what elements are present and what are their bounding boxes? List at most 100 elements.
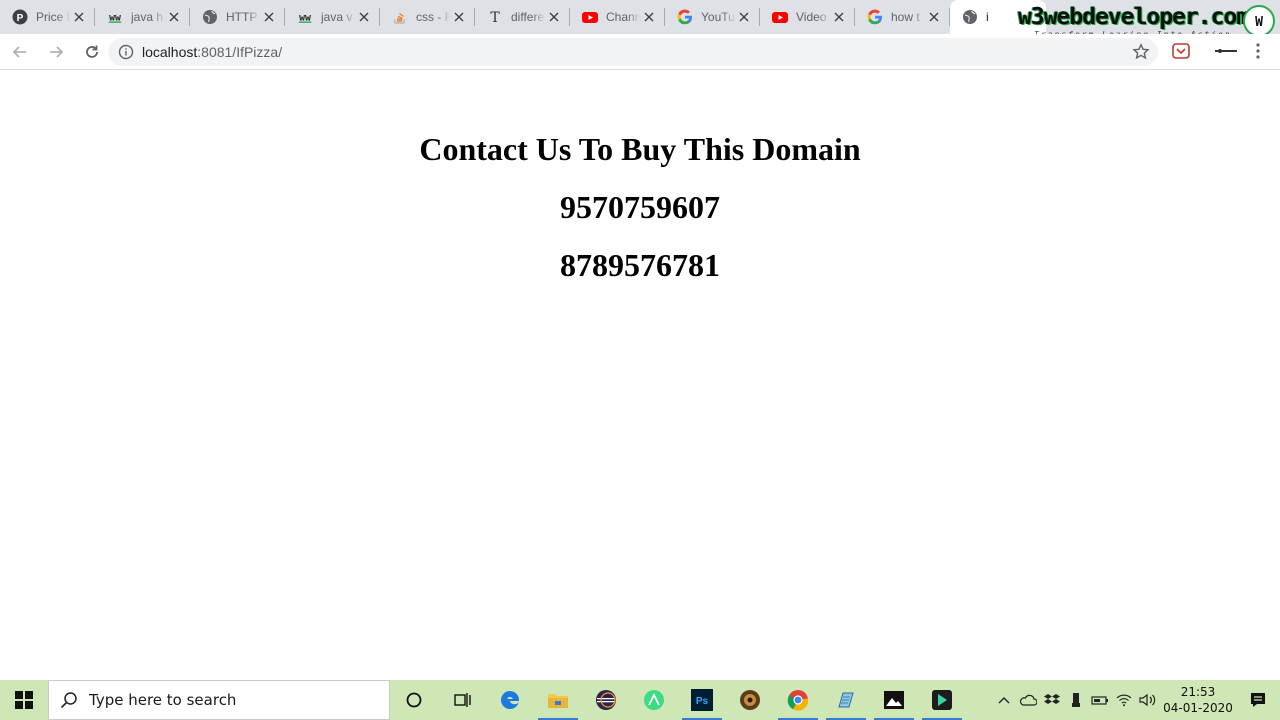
taskbar-search-box[interactable]: Type here to search xyxy=(48,680,390,720)
usb-drive-icon xyxy=(1072,693,1080,707)
back-arrow-icon xyxy=(12,45,26,58)
taskbar-eclipse[interactable] xyxy=(582,680,630,720)
android-studio-icon xyxy=(644,690,664,710)
browser-tab[interactable]: ww java v xyxy=(285,0,380,34)
taskbar-photoshop[interactable]: Ps xyxy=(678,680,726,720)
tab-close-icon[interactable] xyxy=(546,9,562,25)
volume-tray-button[interactable] xyxy=(1136,680,1160,720)
info-icon xyxy=(118,44,134,60)
tab-close-icon[interactable] xyxy=(356,9,372,25)
pocket-extension-button[interactable] xyxy=(1172,42,1190,65)
forward-arrow-icon xyxy=(50,45,64,58)
page-heading: Contact Us To Buy This Domain xyxy=(419,131,861,167)
browser-tab[interactable]: Tdiffere xyxy=(475,0,570,34)
cortana-icon xyxy=(406,692,422,708)
tab-active[interactable]: i xyxy=(950,0,1046,34)
taskbar-photos[interactable] xyxy=(870,680,918,720)
svg-text:P: P xyxy=(17,13,24,24)
tab-title: YouTu xyxy=(701,10,735,24)
browser-tab[interactable]: Video xyxy=(760,0,855,34)
photoshop-icon: Ps xyxy=(691,689,713,711)
chevron-up-icon xyxy=(998,697,1010,704)
url-path: :8081/IfPizza/ xyxy=(197,44,283,60)
address-bar[interactable]: localhost:8081/IfPizza/ xyxy=(108,38,1158,66)
globe-icon xyxy=(202,9,218,25)
forward-button[interactable] xyxy=(40,36,72,68)
browser-tab[interactable]: P Price I xyxy=(0,0,95,34)
wifi-tray-button[interactable] xyxy=(1112,680,1136,720)
tab-close-icon[interactable] xyxy=(261,9,277,25)
tab-close-icon[interactable] xyxy=(71,9,87,25)
clock-date: 04-01-2020 xyxy=(1163,701,1233,715)
show-hidden-icons-button[interactable] xyxy=(992,680,1016,720)
task-view-icon xyxy=(454,693,471,707)
tab-close-icon[interactable] xyxy=(831,9,847,25)
browser-tab[interactable]: how t xyxy=(855,0,950,34)
speaker-icon xyxy=(1139,693,1156,707)
browser-tab[interactable]: HTTP xyxy=(190,0,285,34)
google-icon xyxy=(677,9,693,25)
reload-button[interactable] xyxy=(76,36,108,68)
clock-time: 21:53 xyxy=(1180,685,1216,699)
edge-icon xyxy=(500,690,520,709)
reload-icon xyxy=(86,45,98,58)
dropbox-icon xyxy=(1044,694,1060,704)
taskbar-app-badge[interactable] xyxy=(726,680,774,720)
tab-close-icon[interactable] xyxy=(641,9,657,25)
wifi-icon xyxy=(1116,694,1132,707)
system-tray: 21:53 04-01-2020 xyxy=(992,680,1280,720)
back-button[interactable] xyxy=(4,36,36,68)
taskbar-clock[interactable]: 21:53 04-01-2020 xyxy=(1160,684,1236,716)
cortana-button[interactable] xyxy=(390,680,438,720)
dropbox-tray-button[interactable] xyxy=(1040,680,1064,720)
browser-tab[interactable]: Chann xyxy=(570,0,665,34)
task-view-button[interactable] xyxy=(438,680,486,720)
phone-number-1: 9570759607 xyxy=(560,189,720,225)
phone-number-2: 8789576781 xyxy=(560,247,720,283)
taskbar-filmora[interactable] xyxy=(918,680,966,720)
youtube-icon xyxy=(582,9,598,25)
tab-close-icon[interactable] xyxy=(926,9,942,25)
svg-text:T: T xyxy=(490,10,500,25)
globe-icon xyxy=(962,9,978,25)
video-editor-icon xyxy=(932,690,952,710)
tab-strip: P Price I ww java h HTTP ww java v css - F Tdiff… xyxy=(0,0,1280,34)
w3-icon: ww xyxy=(107,9,123,25)
taskbar-android-studio[interactable] xyxy=(630,680,678,720)
usb-tray-button[interactable] xyxy=(1064,680,1088,720)
extension-icon xyxy=(1215,49,1237,53)
site-info-button[interactable] xyxy=(110,44,142,60)
tab-title: differe xyxy=(511,10,545,24)
taskbar-file-explorer[interactable] xyxy=(534,680,582,720)
tab-title: i xyxy=(986,10,989,24)
url-text: localhost:8081/IfPizza/ xyxy=(142,44,282,60)
tab-close-icon[interactable] xyxy=(736,9,752,25)
search-icon xyxy=(49,691,89,709)
w3-icon: ww xyxy=(297,9,313,25)
chrome-icon xyxy=(787,690,809,711)
browser-menu-button[interactable] xyxy=(1250,42,1266,65)
google-icon xyxy=(867,9,883,25)
stackoverflow-icon xyxy=(392,9,408,25)
browser-tab[interactable]: YouTu xyxy=(665,0,760,34)
taskbar-chrome[interactable] xyxy=(774,680,822,720)
star-icon xyxy=(1132,43,1150,60)
svg-text:Ps: Ps xyxy=(696,696,709,707)
action-center-button[interactable] xyxy=(1236,680,1280,720)
extension-button[interactable] xyxy=(1214,44,1238,63)
bookmark-star-button[interactable] xyxy=(1132,43,1150,66)
onedrive-tray-button[interactable] xyxy=(1016,680,1040,720)
browser-toolbar: localhost:8081/IfPizza/ xyxy=(0,34,1280,70)
price-site-icon: P xyxy=(12,9,28,25)
taskbar-notepad[interactable] xyxy=(822,680,870,720)
tab-close-icon[interactable] xyxy=(166,9,182,25)
taskbar-edge[interactable] xyxy=(486,680,534,720)
browser-tab[interactable]: ww java h xyxy=(95,0,190,34)
tab-close-icon[interactable] xyxy=(451,9,467,25)
start-button[interactable] xyxy=(0,680,48,720)
tab-title: how t xyxy=(891,10,920,24)
notification-icon xyxy=(1251,693,1265,707)
battery-tray-button[interactable] xyxy=(1088,680,1112,720)
search-placeholder: Type here to search xyxy=(89,691,237,709)
browser-tab[interactable]: css - F xyxy=(380,0,475,34)
